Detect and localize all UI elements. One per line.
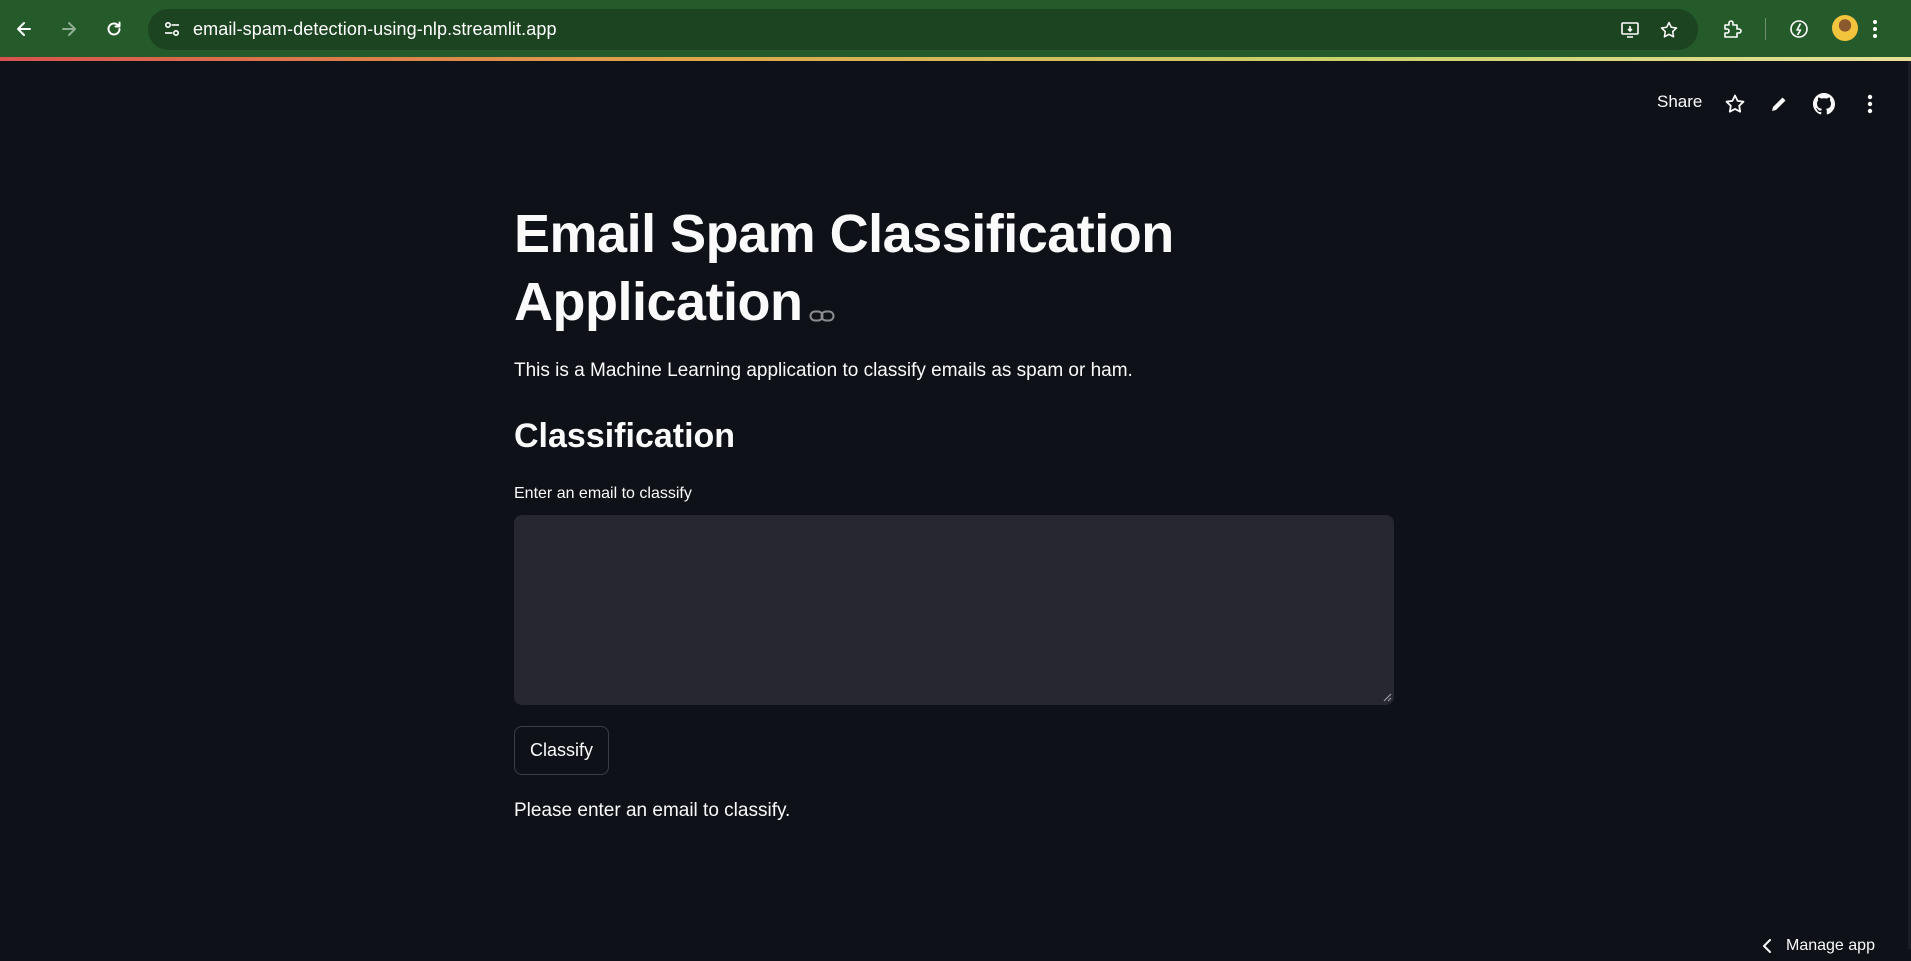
bookmark-button[interactable] bbox=[1655, 16, 1683, 44]
manage-app-button[interactable]: Manage app bbox=[1762, 931, 1875, 961]
arrow-left-icon bbox=[17, 22, 31, 36]
back-button[interactable] bbox=[7, 12, 41, 46]
loading-accent-bar bbox=[0, 57, 1911, 61]
email-input-label: Enter an email to classify bbox=[514, 485, 692, 502]
favorite-button[interactable] bbox=[1722, 91, 1748, 117]
performance-button[interactable] bbox=[1784, 14, 1814, 44]
chrome-menu-button[interactable] bbox=[1860, 14, 1890, 44]
forward-button[interactable] bbox=[52, 12, 86, 46]
puzzle-icon bbox=[1724, 20, 1742, 38]
manage-app-label: Manage app bbox=[1786, 937, 1875, 954]
github-button[interactable] bbox=[1811, 91, 1837, 117]
page-title: Email Spam Classification Application bbox=[514, 200, 1394, 340]
link-icon bbox=[809, 310, 834, 322]
reload-icon bbox=[107, 21, 121, 36]
arrow-right-icon bbox=[62, 22, 76, 36]
kebab-menu-icon bbox=[1867, 94, 1873, 114]
url-text[interactable]: email-spam-detection-using-nlp.streamlit… bbox=[193, 19, 557, 40]
resize-handle-icon[interactable] bbox=[1382, 692, 1392, 702]
star-icon bbox=[1725, 94, 1745, 113]
section-heading: Classification bbox=[514, 417, 736, 455]
address-bar[interactable]: email-spam-detection-using-nlp.streamlit… bbox=[148, 9, 1698, 50]
toolbar-divider bbox=[1765, 18, 1766, 40]
pencil-icon bbox=[1772, 97, 1786, 111]
share-button[interactable]: Share bbox=[1657, 92, 1702, 112]
speedometer-icon bbox=[1790, 20, 1808, 38]
install-app-button[interactable] bbox=[1616, 16, 1644, 44]
edit-button[interactable] bbox=[1766, 91, 1792, 117]
app-menu-button[interactable] bbox=[1857, 91, 1883, 117]
browser-toolbar: email-spam-detection-using-nlp.streamlit… bbox=[0, 0, 1911, 59]
status-message: Please enter an email to classify. bbox=[514, 800, 791, 821]
avatar[interactable] bbox=[1832, 15, 1858, 41]
github-icon bbox=[1813, 93, 1835, 115]
kebab-menu-icon bbox=[1873, 20, 1877, 38]
install-app-icon bbox=[1621, 22, 1639, 38]
email-textarea[interactable] bbox=[514, 515, 1394, 705]
site-info-button[interactable] bbox=[158, 15, 186, 43]
link-anchor[interactable] bbox=[809, 272, 835, 340]
page-title-text: Email Spam Classification Application bbox=[514, 204, 1174, 332]
chevron-left-icon bbox=[1763, 939, 1771, 953]
star-icon bbox=[1660, 21, 1678, 38]
app-description: This is a Machine Learning application t… bbox=[514, 360, 1133, 381]
extensions-button[interactable] bbox=[1717, 14, 1747, 44]
reload-button[interactable] bbox=[97, 12, 131, 46]
tune-icon bbox=[164, 21, 180, 37]
classify-button[interactable]: Classify bbox=[514, 726, 609, 775]
main-content: Email Spam Classification Application bbox=[514, 200, 1394, 340]
